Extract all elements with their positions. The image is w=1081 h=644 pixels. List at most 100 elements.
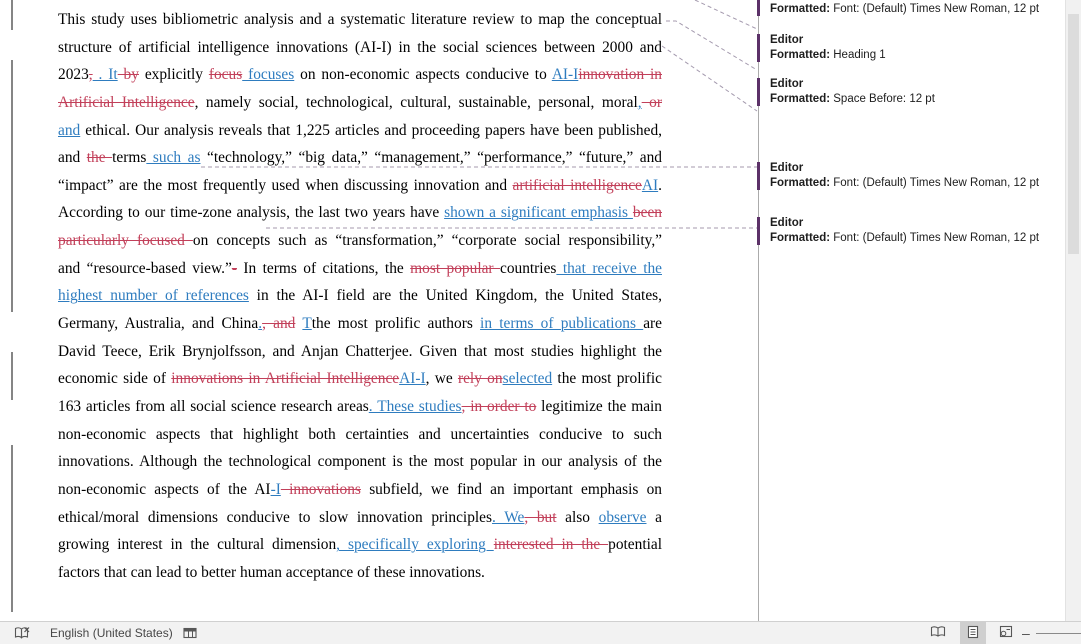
inserted-text: focuses [242,66,294,83]
document-text: potential [608,536,662,553]
document-text: This study uses bibliometric analysis an… [58,11,662,28]
document-text: a [647,509,662,526]
inserted-text: . We [492,509,524,526]
document-text: economic side of [58,370,171,387]
change-bar [11,445,13,612]
deleted-text: or [642,94,662,111]
change-bar [11,0,13,30]
deleted-text: rely on [458,370,503,387]
document-line[interactable]: innovations. Although the technological … [58,448,662,476]
document-text: growing interest in the cultural dimensi… [58,536,336,553]
read-mode-icon [930,625,946,641]
balloon-author: Editor [770,33,1070,48]
document-line[interactable]: Artificial Intelligence, namely social, … [58,89,662,117]
revision-balloon[interactable]: EditorFormatted: Font: (Default) Times N… [757,0,1070,17]
document-line[interactable]: factors that can lead to better human ac… [58,559,662,587]
balloon-detail: Formatted: Space Before: 12 pt [770,92,1070,107]
inserted-text: -I [271,481,281,498]
document-line[interactable]: non-economic aspects of the AI-I innovat… [58,476,662,504]
change-bar [11,352,13,400]
document-text: “technology,” “big data,” “management,” … [201,149,663,166]
word-document-window: This study uses bibliometric analysis an… [0,0,1081,644]
revision-balloon[interactable]: EditorFormatted: Space Before: 12 pt [757,77,1070,107]
document-line[interactable]: and ethical. Our analysis reveals that 1… [58,117,662,145]
document-line[interactable]: Germany, Australia, and China., and Tthe… [58,310,662,338]
document-text: on concepts such as “transformation,” “c… [193,232,662,249]
document-text: structure of artificial intelligence inn… [58,39,662,56]
deleted-text: been [633,204,662,221]
document-line[interactable]: structure of artificial intelligence inn… [58,34,662,62]
document-line[interactable]: non-economic aspects that highlight both… [58,421,662,449]
document-text: ethical. Our analysis reveals that 1,225… [80,122,662,139]
document-text: the most prolific [552,370,662,387]
balloon-author: Editor [770,216,1070,231]
document-text: , we [426,370,458,387]
document-text: David Teece, Erik Brynjolfsson, and Anja… [58,343,662,360]
document-text: non-economic aspects that highlight both… [58,426,662,443]
grid-icon[interactable] [183,622,197,644]
document-text: explicitly [139,66,209,83]
document-line[interactable]: highest number of references in the AI-I… [58,282,662,310]
document-text: terms [112,149,146,166]
document-line[interactable]: According to our time-zone analysis, the… [58,199,662,227]
document-lines[interactable]: This study uses bibliometric analysis an… [58,6,662,586]
inserted-text: AI-I [552,66,579,83]
balloon-author: Editor [770,77,1070,92]
deleted-text: interested in the [494,536,608,553]
document-text: innovations. Although the technological … [58,453,662,470]
document-text: subfield, we find an important emphasis … [361,481,662,498]
revision-balloon[interactable]: EditorFormatted: Font: (Default) Times N… [757,216,1070,246]
inserted-text: shown a significant emphasis [444,204,633,221]
document-line[interactable]: economic side of innovations in Artifici… [58,365,662,393]
revision-balloon[interactable]: EditorFormatted: Heading 1 [757,33,1070,63]
balloon-author: Editor [770,161,1070,176]
balloon-detail: Formatted: Font: (Default) Times New Rom… [770,231,1070,246]
inserted-text: AI [642,177,658,194]
deleted-text: innovation in [578,66,662,83]
inserted-text: that receive the [556,260,662,277]
document-line[interactable]: This study uses bibliometric analysis an… [58,6,662,34]
document-text: are [643,315,662,332]
document-line[interactable]: 163 articles from all social science res… [58,393,662,421]
zoom-out-icon[interactable]: – [1022,622,1030,644]
document-text: non-economic aspects of the AI [58,481,271,498]
web-layout-button[interactable] [994,622,1018,644]
inserted-text: selected [503,370,553,387]
document-line[interactable]: David Teece, Erik Brynjolfsson, and Anja… [58,338,662,366]
vertical-scrollbar[interactable] [1065,0,1081,622]
document-line[interactable]: 2023, . It by explicitly focus focuses o… [58,61,662,89]
deleted-text: by [118,66,139,83]
document-line[interactable]: and the terms such as “technology,” “big… [58,144,662,172]
deleted-text: innovations [281,481,361,498]
revision-balloon[interactable]: EditorFormatted: Font: (Default) Times N… [757,161,1070,191]
proofing-errors-icon[interactable] [14,622,31,644]
deleted-text: , and [262,315,295,332]
document-text: “impact” are the most frequently used wh… [58,177,513,194]
read-mode-button[interactable] [926,622,950,644]
document-text: the most prolific authors [312,315,480,332]
document-line[interactable]: particularly focused on concepts such as… [58,227,662,255]
print-layout-button[interactable] [960,622,986,644]
inserted-text: such as [146,149,200,166]
document-line[interactable]: ethical/moral dimensions conducive to sl… [58,504,662,532]
inserted-text: in terms of publications [480,315,643,332]
deleted-text: particularly focused [58,232,193,249]
change-bar [11,60,13,312]
document-text: . [658,177,662,194]
zoom-slider[interactable] [1036,633,1081,634]
document-text: legitimize the main [536,398,662,415]
document-line[interactable]: and “resource-based view.”- In terms of … [58,255,662,283]
document-text: countries [500,260,556,277]
balloon-detail: Formatted: Font: (Default) Times New Rom… [770,176,1070,191]
language-status[interactable]: English (United States) [50,622,173,644]
document-line[interactable]: “impact” are the most frequently used wh… [58,172,662,200]
balloon-detail: Formatted: Heading 1 [770,48,1070,63]
scrollbar-thumb[interactable] [1068,14,1079,254]
web-layout-icon [999,625,1013,641]
inserted-text: AI-I [399,370,426,387]
balloon-detail: Formatted: Font: (Default) Times New Rom… [770,2,1070,17]
deleted-text: Artificial Intelligence [58,94,195,111]
document-line[interactable]: growing interest in the cultural dimensi… [58,531,662,559]
document-text: in the AI-I field are the United Kingdom… [249,287,662,304]
document-text: and [58,149,87,166]
